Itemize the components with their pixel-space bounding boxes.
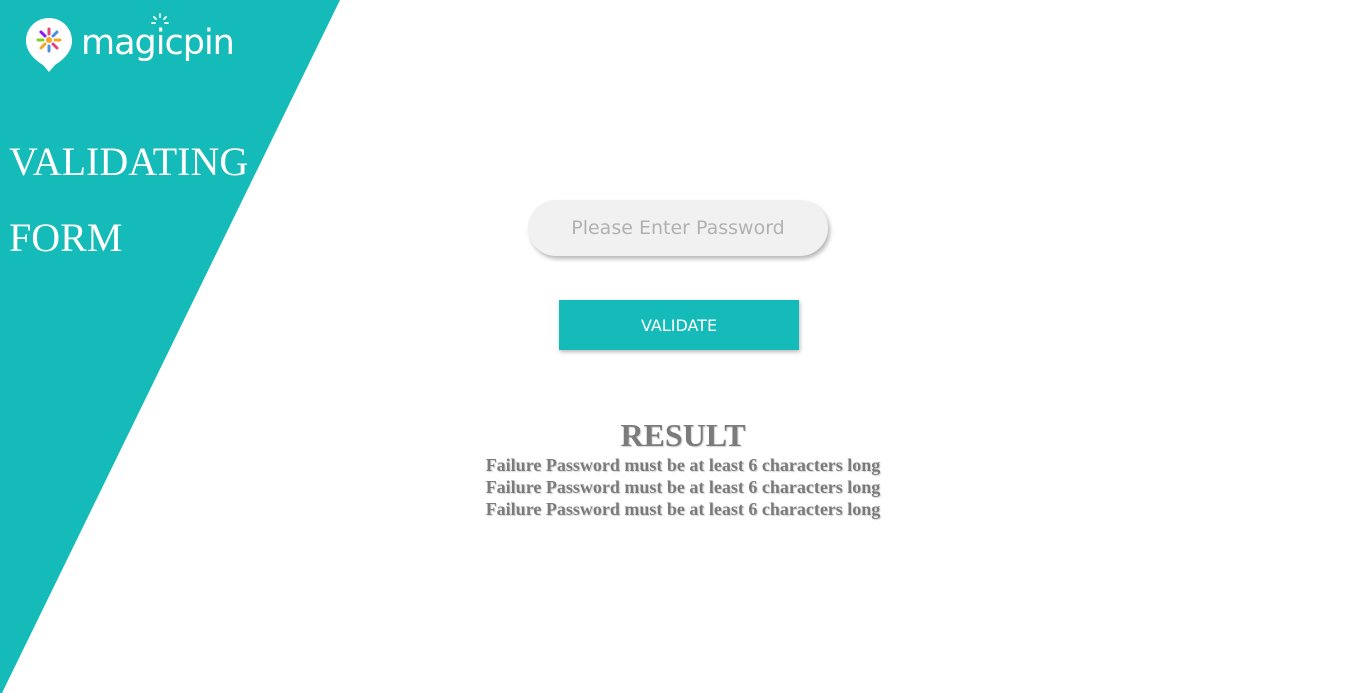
result-message: Failure Password must be at least 6 char… <box>485 477 881 497</box>
validate-button[interactable]: VALIDATE <box>559 300 799 350</box>
page-title-line-1: VALIDATING <box>9 139 249 184</box>
page-title-line-2: FORM <box>9 215 123 260</box>
sparkle-icon <box>151 13 169 24</box>
brand-name: magicpin <box>81 13 235 63</box>
page: magicpin VALIDATING FORM VALIDATE RESULT… <box>0 0 1366 693</box>
brand-logo[interactable]: magicpin <box>25 13 235 74</box>
map-pin-icon <box>26 18 72 72</box>
result-message: Failure Password must be at least 6 char… <box>485 455 881 475</box>
page-title: VALIDATING FORM <box>9 124 248 276</box>
result-message: Failure Password must be at least 6 char… <box>485 499 881 519</box>
result-message-list: Failure Password must be at least 6 char… <box>383 454 983 520</box>
result-panel: RESULT Failure Password must be at least… <box>383 416 983 520</box>
result-title: RESULT <box>620 417 746 453</box>
password-input[interactable] <box>528 200 828 256</box>
